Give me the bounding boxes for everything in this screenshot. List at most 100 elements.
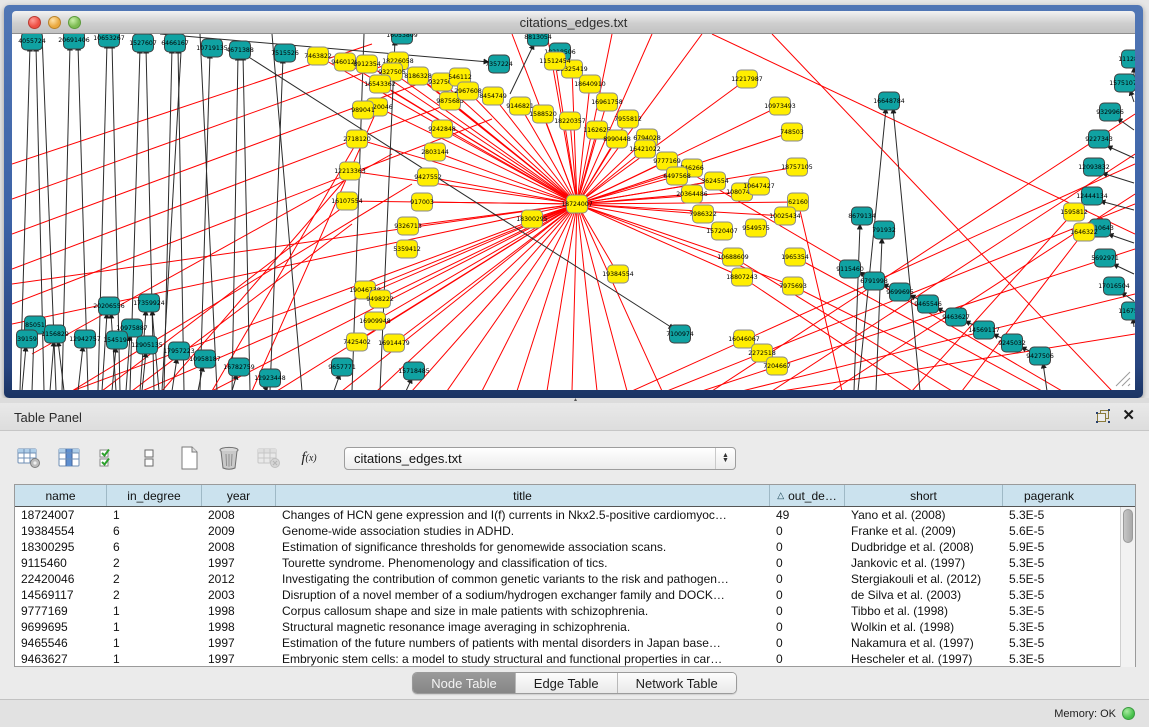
graph-node[interactable]: 9427506	[1026, 347, 1054, 365]
graph-node[interactable]: 20206556	[93, 297, 125, 315]
function-icon[interactable]: f(x)	[296, 445, 322, 471]
graph-node[interactable]: 791932	[872, 221, 896, 239]
graph-node[interactable]: 6791998	[860, 272, 888, 290]
graph-node[interactable]: 9326713	[394, 217, 422, 235]
delete-table-icon[interactable]	[216, 445, 242, 471]
dropdown-stepper-icon[interactable]: ▲ ▼	[715, 448, 735, 469]
column-header-short[interactable]: short	[845, 485, 1003, 506]
graph-node[interactable]: 748503	[780, 123, 804, 141]
row-check-icon[interactable]	[96, 445, 122, 471]
graph-node[interactable]: 8813054	[524, 34, 552, 46]
graph-node[interactable]: 17359924	[133, 294, 165, 312]
graph-node[interactable]: 9227343	[1085, 130, 1113, 148]
graph-node[interactable]: 9115460	[836, 260, 864, 278]
table-row[interactable]: 911546021997Tourette syndrome. Phenomeno…	[15, 555, 1135, 571]
column-header-year[interactable]: year	[202, 485, 276, 506]
graph-node[interactable]: 10973493	[764, 97, 796, 115]
column-header-in_degree[interactable]: in_degree	[107, 485, 202, 506]
graph-node[interactable]: 1112853	[1118, 50, 1135, 68]
graph-node[interactable]: 8912354	[353, 55, 381, 73]
graph-node[interactable]: 6466167	[161, 34, 189, 52]
graph-node[interactable]: 4055724	[18, 34, 46, 50]
graph-node[interactable]: 1527607	[129, 34, 157, 52]
graph-node[interactable]: 8990448	[603, 130, 631, 148]
graph-node[interactable]: 16961758	[591, 93, 623, 111]
graph-node[interactable]: 16648784	[873, 92, 905, 110]
graph-node[interactable]: 1646322	[1070, 223, 1098, 241]
graph-node[interactable]: 7357224	[485, 55, 513, 73]
graph-node[interactable]: 7975693	[779, 277, 807, 295]
graph-node[interactable]: 7955812	[614, 110, 642, 128]
graph-node[interactable]: 19384554	[602, 265, 634, 283]
graph-node[interactable]: 1965354	[781, 248, 809, 266]
graph-node[interactable]: 2967608	[454, 82, 482, 100]
graph-node[interactable]: 15718485	[398, 362, 430, 380]
table-settings-icon[interactable]	[16, 445, 42, 471]
graph-node[interactable]: 5692971	[1091, 249, 1119, 267]
graph-node[interactable]: 9463627	[942, 308, 970, 326]
table-row[interactable]: 1456911722003Disruption of a novel membe…	[15, 587, 1135, 603]
graph-node[interactable]: 12923448	[254, 369, 286, 387]
graph-node[interactable]: 7204667	[763, 357, 791, 375]
graph-node[interactable]: 4671388	[226, 41, 254, 59]
table-row[interactable]: 946554611997Estimation of the future num…	[15, 635, 1135, 651]
table-row[interactable]: 1872400712008Changes of HCN gene express…	[15, 507, 1135, 523]
graph-node[interactable]: 18757105	[781, 158, 813, 176]
graph-node[interactable]: 9465546	[914, 295, 942, 313]
graph-node[interactable]: 7425402	[343, 333, 371, 351]
column-header-title[interactable]: title	[276, 485, 770, 506]
new-file-icon[interactable]	[176, 445, 202, 471]
close-panel-icon[interactable]: ✕	[1122, 409, 1135, 423]
graph-node[interactable]: 7515526	[271, 44, 299, 62]
graph-node[interactable]: 10653267	[93, 34, 125, 47]
graph-node[interactable]: 9549575	[742, 219, 770, 237]
graph-node[interactable]: 12942757	[69, 330, 101, 348]
graph-node[interactable]: 917003	[410, 193, 434, 211]
network-view[interactable]: 1872400740557242069140610653267152760764…	[12, 34, 1135, 390]
graph-node[interactable]: 9245032	[998, 334, 1026, 352]
graph-node[interactable]: 15720407	[706, 222, 738, 240]
tab-node-table[interactable]: Node Table	[413, 673, 516, 693]
tab-network-table[interactable]: Network Table	[618, 673, 736, 693]
column-header-pagerank[interactable]: pagerank	[1003, 485, 1095, 506]
graph-node[interactable]: 20691406	[58, 34, 90, 49]
graph-node[interactable]: 989041	[351, 101, 375, 119]
graph-node[interactable]: 12217987	[731, 70, 763, 88]
table-row[interactable]: 1830029562008Estimation of significance …	[15, 539, 1135, 555]
table-select-dropdown[interactable]: citations_edges.txt ▲ ▼	[344, 447, 736, 470]
table-row[interactable]: 2242004622012Investigating the contribut…	[15, 571, 1135, 587]
window-titlebar[interactable]: citations_edges.txt	[12, 11, 1135, 34]
rows-icon[interactable]	[136, 445, 162, 471]
resize-grip[interactable]	[1116, 372, 1130, 386]
graph-node[interactable]: 1588520	[529, 105, 557, 123]
graph-node[interactable]: 1167534	[1118, 302, 1135, 320]
graph-node[interactable]: 2803144	[421, 143, 449, 161]
graph-node[interactable]: 8454749	[479, 87, 507, 105]
graph-node[interactable]: 12213363	[334, 162, 366, 180]
column-select-icon[interactable]	[56, 445, 82, 471]
graph-node[interactable]: 39159	[17, 330, 38, 348]
graph-node[interactable]: 16053809	[386, 34, 418, 44]
table-scrollbar[interactable]	[1120, 507, 1135, 667]
graph-node[interactable]: 9329966	[1096, 103, 1124, 121]
graph-node[interactable]: 1156829	[41, 325, 69, 343]
graph-node[interactable]: 9657771	[328, 358, 356, 376]
graph-node[interactable]: 3624554	[701, 172, 729, 190]
network-canvas[interactable]: 1872400740557242069140610653267152760764…	[12, 34, 1135, 390]
graph-node[interactable]: 5359412	[393, 240, 421, 258]
graph-node[interactable]: 9498222	[366, 290, 394, 308]
column-header-out_de[interactable]: △out_de…	[770, 485, 845, 506]
graph-node[interactable]: 7100974	[666, 325, 694, 343]
graph-node[interactable]: 6497568	[663, 167, 691, 185]
graph-node[interactable]: 20364486	[676, 185, 708, 203]
graph-node[interactable]: 7463822	[304, 47, 332, 65]
column-header-name[interactable]: name	[15, 485, 107, 506]
graph-node[interactable]: 7986322	[689, 205, 717, 223]
table-row[interactable]: 977716911998Corpus callosum shape and si…	[15, 603, 1135, 619]
graph-node[interactable]: 16914479	[378, 334, 410, 352]
graph-node[interactable]: 15751074	[1109, 74, 1135, 92]
graph-node[interactable]: 9699695	[886, 283, 914, 301]
graph-node[interactable]: 17016504	[1098, 277, 1130, 295]
tab-edge-table[interactable]: Edge Table	[516, 673, 618, 693]
graph-node[interactable]: 9242848	[428, 120, 456, 138]
